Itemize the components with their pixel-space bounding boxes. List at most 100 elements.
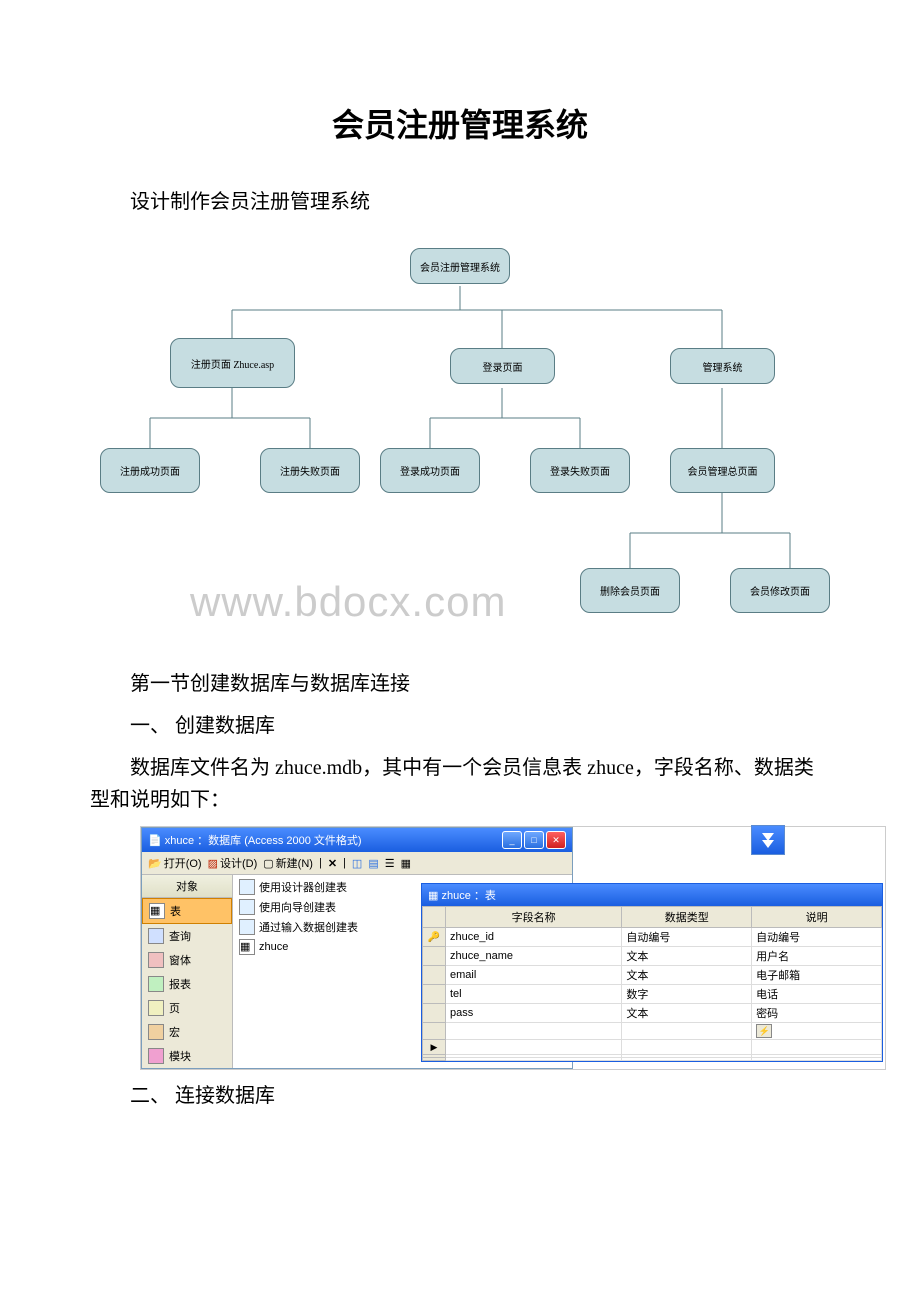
builder-icon[interactable]: ⚡ [756, 1024, 772, 1038]
sidebar-item-modules[interactable]: 模块 [142, 1044, 232, 1068]
db-sidebar: 对象 ▦表 查询 窗体 报表 页 宏 模块 [142, 875, 233, 1068]
toolbar-design-label: 设计(D) [220, 855, 257, 871]
db-toolbar: 📂 打开(O) ▨ 设计(D) ▢ 新建(N) | ✕ | ◫ ▤ ☰ ▦ [142, 852, 572, 875]
sidebar-label-pages: 页 [169, 1000, 180, 1016]
field-grid: 字段名称 数据类型 说明 🔑 zhuce_id 自动编号 自动编号 zhuce_… [422, 906, 882, 1061]
table-row[interactable] [423, 1040, 882, 1055]
access-screenshot: 📄 xhuce ：数据库 (Access 2000 文件格式) _ □ ✕ 📂 … [140, 826, 886, 1070]
table-row[interactable]: tel 数字 电话 [423, 985, 882, 1004]
primary-key-icon: 🔑 [428, 932, 440, 943]
view-small-icon[interactable]: ▤ [368, 857, 378, 870]
page-icon [148, 1000, 164, 1016]
db-window-icon: 📄 [148, 835, 162, 847]
sidebar-label-tables: 表 [170, 903, 181, 919]
table-row[interactable]: zhuce_name 文本 用户名 [423, 947, 882, 966]
field-name[interactable]: pass [446, 1004, 622, 1023]
sidebar-item-forms[interactable]: 窗体 [142, 948, 232, 972]
expand-panel-icon[interactable] [751, 825, 785, 855]
wizard-icon [239, 879, 255, 895]
sidebar-label-queries: 查询 [169, 928, 191, 944]
field-name[interactable]: zhuce_name [446, 947, 622, 966]
macro-icon [148, 1024, 164, 1040]
node-admin-system: 管理系统 [670, 348, 775, 384]
table-window-icon: ▦ [428, 890, 438, 902]
field-type[interactable]: 文本 [622, 966, 752, 985]
table-row[interactable]: 🔑 zhuce_id 自动编号 自动编号 [423, 928, 882, 947]
report-icon [148, 976, 164, 992]
node-register-fail: 注册失败页面 [260, 448, 360, 493]
design-icon: ▨ [208, 857, 218, 870]
field-desc[interactable]: 电话 [752, 985, 882, 1004]
sidebar-item-queries[interactable]: 查询 [142, 924, 232, 948]
maximize-icon[interactable]: □ [524, 831, 544, 849]
delete-icon[interactable]: ✕ [328, 857, 337, 870]
wizard-icon [239, 899, 255, 915]
field-type[interactable]: 文本 [622, 1004, 752, 1023]
section1-sub2: 二、 连接数据库 [90, 1080, 830, 1112]
node-delete-member: 删除会员页面 [580, 568, 680, 613]
node-root: 会员注册管理系统 [410, 248, 510, 284]
field-name[interactable]: zhuce_id [446, 928, 622, 947]
toolbar-open[interactable]: 📂 打开(O) [148, 855, 202, 871]
table-window-title: zhuce ：表 [441, 890, 495, 902]
node-register-page: 注册页面 Zhuce.asp [170, 338, 295, 388]
table-row[interactable]: email 文本 电子邮箱 [423, 966, 882, 985]
col-datatype: 数据类型 [622, 907, 752, 928]
table-zhuce-label: zhuce [259, 941, 288, 953]
create-designer-label: 使用设计器创建表 [259, 879, 347, 895]
sidebar-label-reports: 报表 [169, 976, 191, 992]
document-title: 会员注册管理系统 [90, 100, 830, 146]
wizard-icon [239, 919, 255, 935]
col-fieldname: 字段名称 [446, 907, 622, 928]
field-type[interactable]: 数字 [622, 985, 752, 1004]
node-login-success: 登录成功页面 [380, 448, 480, 493]
toolbar-open-label: 打开(O) [164, 855, 202, 871]
new-icon: ▢ [263, 857, 273, 870]
field-name[interactable]: email [446, 966, 622, 985]
field-desc[interactable]: 用户名 [752, 947, 882, 966]
watermark: www.bdocx.com [190, 578, 506, 626]
sidebar-item-macros[interactable]: 宏 [142, 1020, 232, 1044]
sidebar-item-reports[interactable]: 报表 [142, 972, 232, 996]
node-register-success: 注册成功页面 [100, 448, 200, 493]
sidebar-header: 对象 [142, 875, 232, 898]
create-wizard-label: 使用向导创建表 [259, 899, 336, 915]
toolbar-new-label: 新建(N) [276, 855, 313, 871]
field-type[interactable]: 文本 [622, 947, 752, 966]
open-icon: 📂 [148, 857, 162, 870]
table-icon: ▦ [149, 903, 165, 919]
table-row[interactable]: pass 文本 密码 [423, 1004, 882, 1023]
sidebar-label-modules: 模块 [169, 1048, 191, 1064]
field-desc[interactable]: 密码 [752, 1004, 882, 1023]
col-desc: 说明 [752, 907, 882, 928]
view-details-icon[interactable]: ▦ [401, 857, 411, 870]
node-login-fail: 登录失败页面 [530, 448, 630, 493]
db-titlebar: 📄 xhuce ：数据库 (Access 2000 文件格式) _ □ ✕ [142, 828, 572, 852]
sidebar-item-pages[interactable]: 页 [142, 996, 232, 1020]
intro-paragraph: 设计制作会员注册管理系统 [90, 186, 830, 218]
table-row[interactable]: ⚡ [423, 1023, 882, 1040]
node-member-mgmt: 会员管理总页面 [670, 448, 775, 493]
form-icon [148, 952, 164, 968]
node-edit-member: 会员修改页面 [730, 568, 830, 613]
view-large-icon[interactable]: ◫ [352, 857, 362, 870]
table-titlebar: ▦ zhuce ：表 [422, 884, 882, 906]
db-window-title: xhuce ：数据库 (Access 2000 文件格式) [165, 835, 362, 847]
minimize-icon[interactable]: _ [502, 831, 522, 849]
toolbar-new[interactable]: ▢ 新建(N) [263, 855, 313, 871]
field-type[interactable]: 自动编号 [622, 928, 752, 947]
view-list-icon[interactable]: ☰ [385, 857, 395, 870]
field-desc[interactable]: 电子邮箱 [752, 966, 882, 985]
create-input-label: 通过输入数据创建表 [259, 919, 358, 935]
close-icon[interactable]: ✕ [546, 831, 566, 849]
sidebar-label-macros: 宏 [169, 1024, 180, 1040]
toolbar-design[interactable]: ▨ 设计(D) [208, 855, 258, 871]
section1-heading: 第一节创建数据库与数据库连接 [90, 668, 830, 700]
table-row[interactable] [423, 1058, 882, 1061]
query-icon [148, 928, 164, 944]
section1-desc: 数据库文件名为 zhuce.mdb，其中有一个会员信息表 zhuce，字段名称、… [90, 752, 830, 816]
sidebar-label-forms: 窗体 [169, 952, 191, 968]
sidebar-item-tables[interactable]: ▦表 [142, 898, 232, 924]
field-name[interactable]: tel [446, 985, 622, 1004]
field-desc[interactable]: 自动编号 [752, 928, 882, 947]
